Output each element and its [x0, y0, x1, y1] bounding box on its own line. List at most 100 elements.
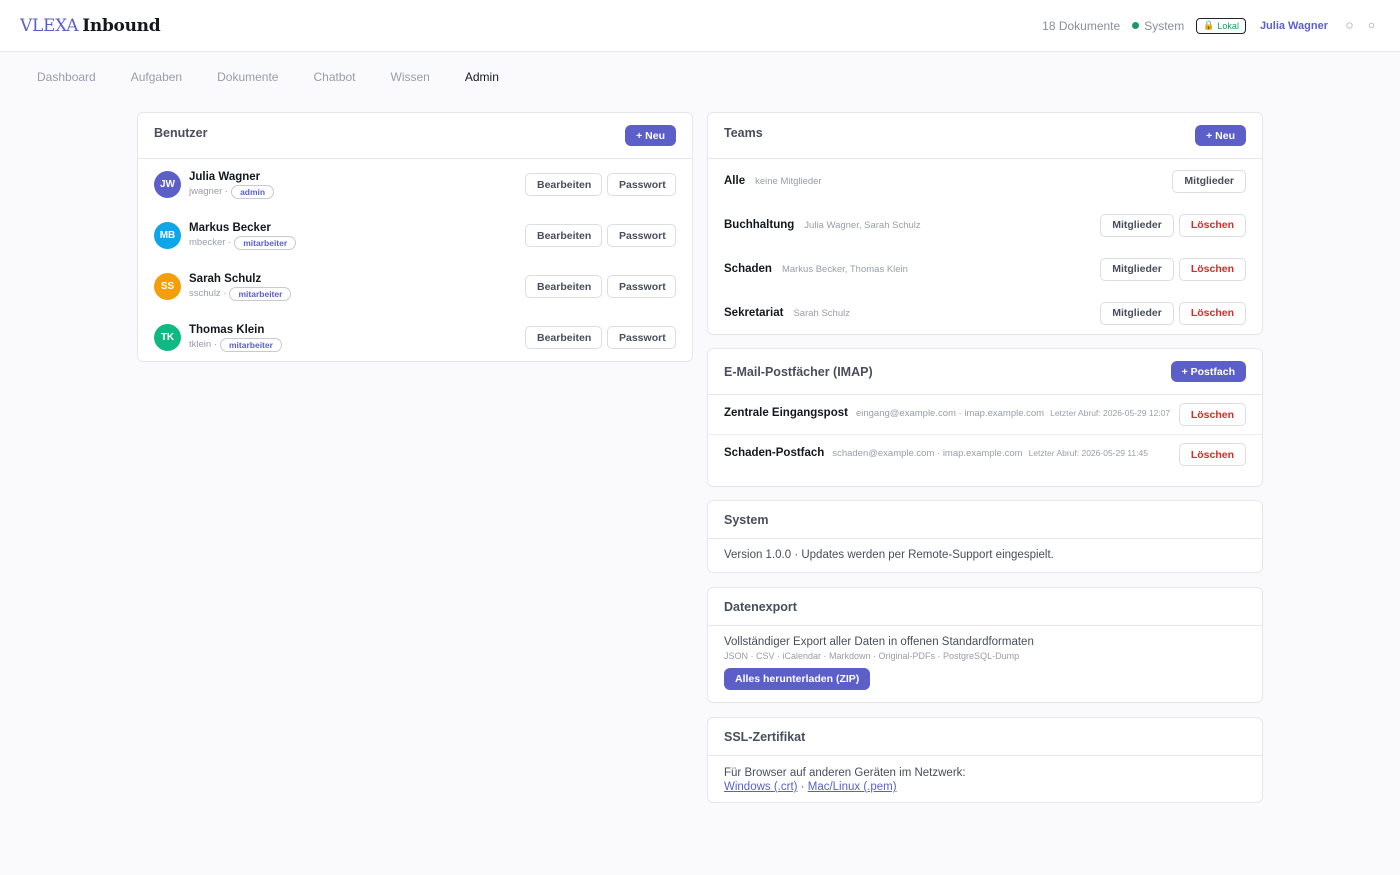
user-actions: Bearbeiten Passwort — [525, 224, 676, 247]
user-info: Markus Becker mbecker · mitarbeiter — [189, 222, 525, 250]
team-actions: Mitglieder Löschen — [1100, 213, 1246, 237]
password-button[interactable]: Passwort — [607, 224, 676, 247]
ssl-description: Für Browser auf anderen Geräten im Netzw… — [724, 767, 966, 779]
password-button[interactable]: Passwort — [607, 326, 676, 349]
role-chip: admin — [231, 184, 275, 199]
status-dot-icon — [1132, 22, 1140, 29]
mailbox-text: Zentrale Eingangspost eingang@example.com… — [724, 403, 1179, 421]
lokal-label: Lokal — [1217, 20, 1239, 31]
header-status-area: 18 Dokumente System 🔒 Lokal Julia Wagner — [1042, 17, 1380, 35]
brand-suffix: Inbound — [82, 15, 161, 36]
edit-user-button[interactable]: Bearbeiten — [525, 275, 602, 298]
role-chip: mitarbeiter — [219, 337, 282, 352]
team-name: Buchhaltung — [724, 219, 795, 231]
system-status-label: System — [1144, 18, 1185, 33]
mailbox-last-fetch: Letzter Abruf: 2026-05-29 12:07 — [1050, 408, 1171, 418]
mailbox-row: Schaden-Postfach schaden@example.com · im… — [708, 435, 1262, 474]
user-name: Thomas Klein — [189, 323, 265, 336]
password-button[interactable]: Passwort — [607, 173, 676, 196]
user-row: MB Markus Becker mbecker · mitarbeiter Bearb… — [138, 210, 692, 261]
user-actions: Bearbeiten Passwort — [525, 326, 676, 349]
delete-team-button[interactable]: Löschen — [1178, 213, 1246, 237]
role-chip: mitarbeiter — [234, 235, 297, 250]
user-row: TK Thomas Klein tklein · mitarbeiter Bearbei… — [138, 312, 692, 363]
user-login: sschulz · — [189, 288, 227, 299]
mac-linux-cert-link[interactable]: Mac/Linux (.pem) — [808, 781, 897, 793]
nav-admin[interactable]: Admin — [465, 70, 499, 84]
nav-chatbot[interactable]: Chatbot — [313, 70, 355, 84]
user-name: Markus Becker — [189, 221, 271, 234]
new-team-button[interactable]: + Neu — [1195, 125, 1246, 146]
user-login: tklein · — [189, 339, 217, 350]
user-row: JW Julia Wagner jwagner · admin Bearbeiten Pa… — [138, 159, 692, 210]
download-all-zip-button[interactable]: Alles herunterladen (ZIP) — [724, 668, 871, 690]
settings-icon[interactable] — [1362, 17, 1380, 35]
mailbox-name: Schaden-Postfach — [724, 447, 825, 459]
team-row: Schaden Markus Becker, Thomas Klein Mitgli… — [708, 247, 1262, 291]
avatar: SS — [154, 273, 181, 300]
sun-icon[interactable] — [1340, 17, 1358, 35]
user-actions: Bearbeiten Passwort — [525, 275, 676, 298]
new-mailbox-button[interactable]: + Postfach — [1170, 361, 1246, 382]
team-row: Buchhaltung Julia Wagner, Sarah Schulz Mit… — [708, 203, 1262, 247]
windows-cert-link[interactable]: Windows (.crt) — [724, 781, 797, 793]
team-members-button[interactable]: Mitglieder — [1100, 301, 1174, 325]
new-user-button[interactable]: + Neu — [625, 125, 676, 146]
team-list: Alle keine Mitglieder Mitglieder Buchhaltun… — [708, 159, 1262, 335]
team-members: Sarah Schulz — [793, 307, 850, 319]
user-actions: Bearbeiten Passwort — [525, 173, 676, 196]
team-members-button[interactable]: Mitglieder — [1100, 213, 1174, 237]
teams-title: Teams — [724, 125, 763, 140]
brand-logo[interactable]: VLEXA Inbound — [20, 15, 161, 36]
delete-mailbox-button[interactable]: Löschen — [1178, 403, 1246, 426]
system-card: System Version 1.0.0 · Updates werden pe… — [707, 500, 1263, 573]
team-actions: Mitglieder — [1172, 169, 1246, 193]
user-meta: sschulz · mitarbeiter — [189, 286, 525, 301]
user-info: Thomas Klein tklein · mitarbeiter — [189, 324, 525, 352]
user-meta: mbecker · mitarbeiter — [189, 235, 525, 250]
team-actions: Mitglieder Löschen — [1100, 257, 1246, 281]
document-count: 18 Dokumente — [1042, 18, 1121, 33]
team-members: Julia Wagner, Sarah Schulz — [804, 219, 921, 231]
team-name: Alle — [724, 175, 746, 187]
edit-user-button[interactable]: Bearbeiten — [525, 173, 602, 196]
delete-team-button[interactable]: Löschen — [1178, 301, 1246, 325]
brand-name: VLEXA — [20, 15, 79, 36]
role-chip: mitarbeiter — [229, 286, 292, 301]
team-members-button[interactable]: Mitglieder — [1172, 169, 1246, 193]
user-login: mbecker · — [189, 237, 232, 248]
delete-team-button[interactable]: Löschen — [1178, 257, 1246, 281]
password-button[interactable]: Passwort — [607, 275, 676, 298]
user-list: JW Julia Wagner jwagner · admin Bearbeiten Pa… — [138, 159, 692, 363]
delete-mailbox-button[interactable]: Löschen — [1178, 443, 1246, 466]
mailbox-text: Schaden-Postfach schaden@example.com · im… — [724, 443, 1179, 461]
user-info: Julia Wagner jwagner · admin — [189, 171, 525, 199]
export-title: Datenexport — [724, 599, 797, 614]
mailbox-info: schaden@example.com · imap.example.com — [832, 448, 1023, 459]
nav-wissen[interactable]: Wissen — [391, 70, 430, 84]
system-version-text: Version 1.0.0 · Updates werden per Remot… — [724, 549, 1054, 561]
user-row: SS Sarah Schulz sschulz · mitarbeiter Bearbe… — [138, 261, 692, 312]
team-members-button[interactable]: Mitglieder — [1100, 257, 1174, 281]
team-name: Schaden — [724, 263, 772, 275]
mailboxes-card: E-Mail-Postfächer (IMAP) + Postfach Zent… — [707, 348, 1263, 487]
mailbox-name: Zentrale Eingangspost — [724, 407, 848, 419]
system-status: System — [1132, 19, 1184, 33]
team-members: Markus Becker, Thomas Klein — [781, 263, 908, 275]
team-name: Sekretariat — [724, 307, 784, 319]
mailbox-row: Zentrale Eingangspost eingang@example.com… — [708, 395, 1262, 435]
edit-user-button[interactable]: Bearbeiten — [525, 224, 602, 247]
team-row: Alle keine Mitglieder Mitglieder — [708, 159, 1262, 203]
user-name: Julia Wagner — [189, 170, 261, 183]
user-login: jwagner · — [189, 186, 229, 197]
nav-dashboard[interactable]: Dashboard — [37, 70, 96, 84]
ssl-title: SSL-Zertifikat — [724, 729, 806, 744]
avatar: JW — [154, 171, 181, 198]
nav-dokumente[interactable]: Dokumente — [217, 70, 278, 84]
export-description: Vollständiger Export aller Daten in offe… — [724, 636, 1034, 648]
user-name: Sarah Schulz — [189, 272, 262, 285]
current-user-link[interactable]: Julia Wagner — [1260, 20, 1328, 32]
mailbox-info: eingang@example.com · imap.example.com — [855, 408, 1045, 419]
nav-aufgaben[interactable]: Aufgaben — [131, 70, 182, 84]
edit-user-button[interactable]: Bearbeiten — [525, 326, 602, 349]
